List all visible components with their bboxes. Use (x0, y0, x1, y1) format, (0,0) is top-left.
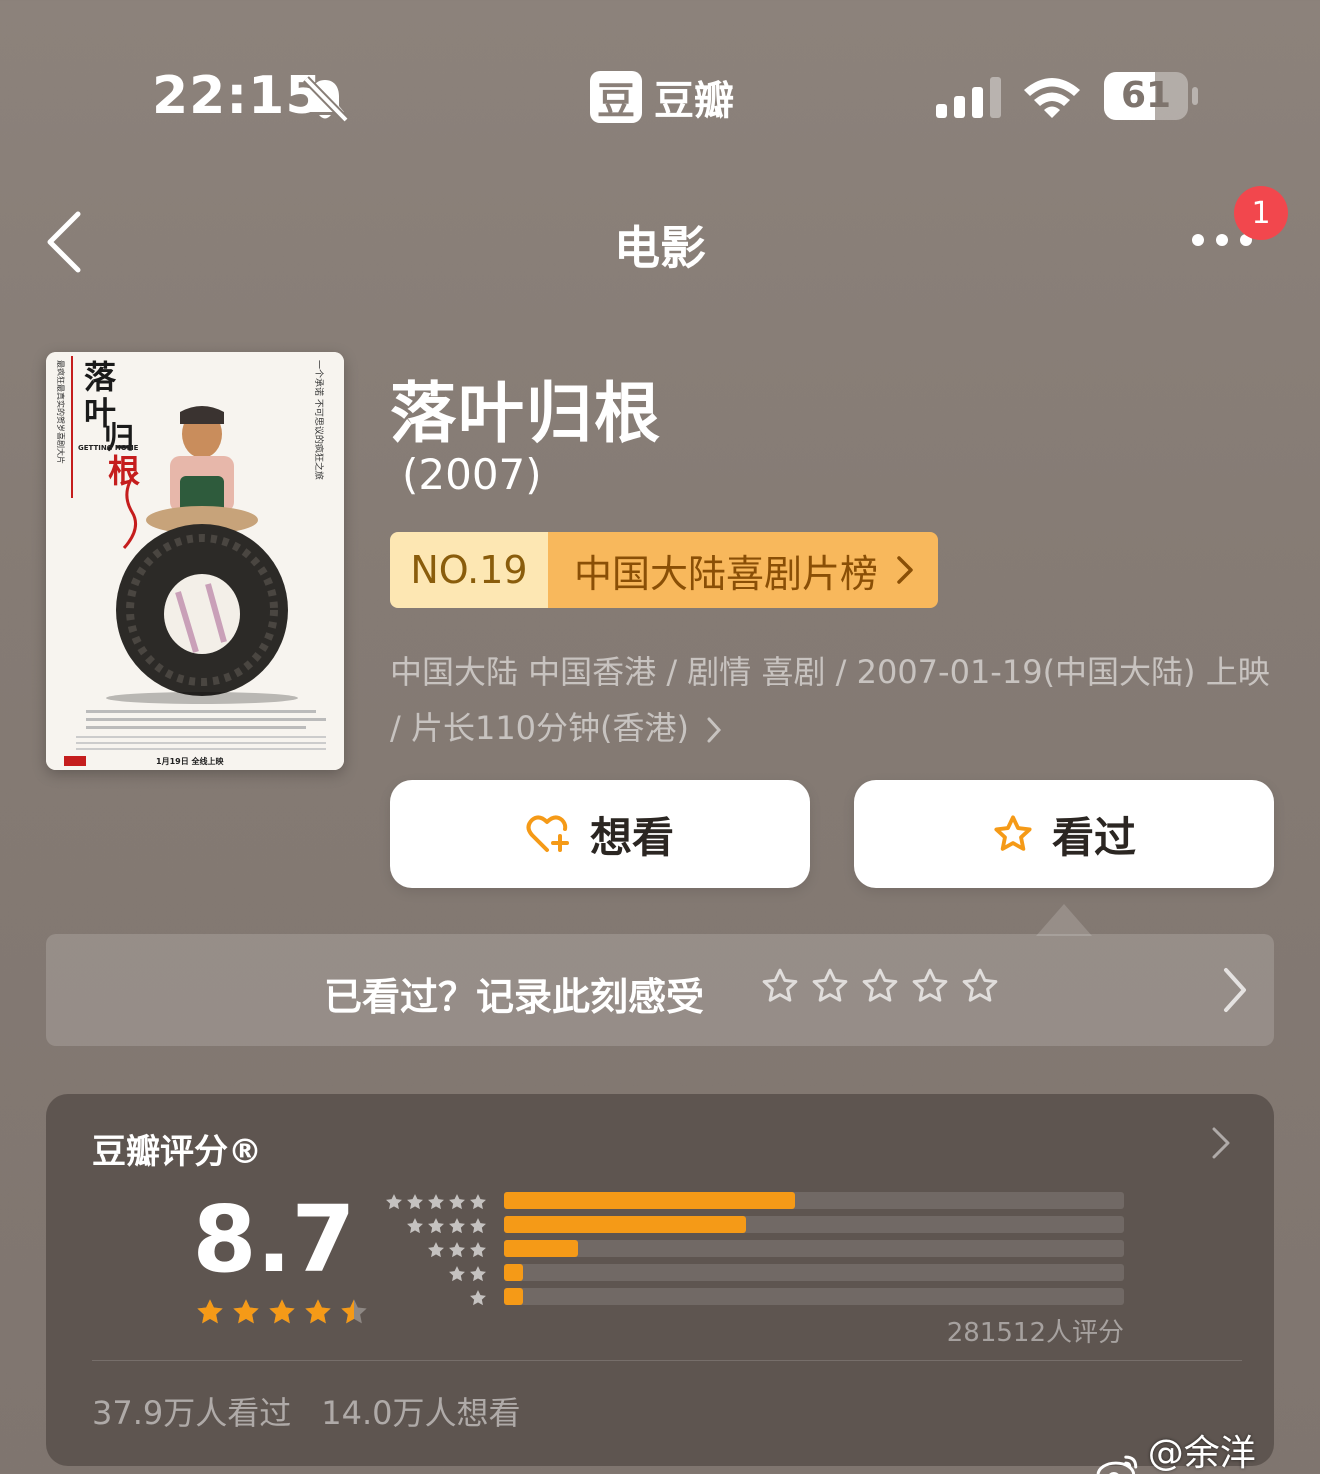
back-button[interactable] (36, 200, 96, 280)
distribution-star-icon (470, 1290, 486, 1306)
distribution-star-icon (449, 1242, 465, 1258)
weibo-icon (1096, 1455, 1138, 1474)
distribution-star-icon (407, 1218, 423, 1234)
app-name: 豆瓣 (654, 78, 734, 124)
distribution-bar-fill (504, 1192, 796, 1209)
watched-label: 看过 (1051, 812, 1136, 862)
battery-icon: 61 (1104, 72, 1198, 120)
douban-logo-icon: 豆 (590, 71, 642, 123)
score-star-icon (197, 1299, 223, 1324)
movie-year: (2007) (402, 450, 542, 499)
notification-badge: 1 (1234, 186, 1288, 240)
distribution-star-row (384, 1262, 488, 1286)
more-dot-icon (1192, 234, 1204, 246)
movie-title: 落叶归根 (390, 375, 662, 452)
want-to-watch-label: 想看 (589, 812, 674, 862)
star-outline-icon[interactable] (910, 966, 950, 1006)
rating-label: 豆瓣评分® (92, 1132, 262, 1172)
distribution-star-icon (407, 1194, 423, 1210)
star-outline-icon[interactable] (960, 966, 1000, 1006)
star-outline-icon (994, 815, 1032, 851)
poster-right-slogan: 一个承诺 不可思议的疯狂之旅 (313, 360, 325, 480)
distribution-star-icon (470, 1242, 486, 1258)
score-star-icon (341, 1299, 367, 1324)
distribution-bar (504, 1192, 1124, 1209)
score-stars (194, 1296, 370, 1328)
watermark: @余洋ddc (1096, 1424, 1320, 1474)
distribution-star-row (384, 1214, 488, 1238)
heart-plus-icon (526, 815, 569, 852)
watermark-text: @余洋ddc (1147, 1433, 1256, 1474)
signal-icon (936, 77, 1001, 118)
rank-number: NO.19 (390, 532, 548, 608)
watched-count: 37.9万人看过 (92, 1394, 292, 1432)
distribution-star-icon (386, 1194, 402, 1210)
distribution-star-icon (449, 1218, 465, 1234)
distribution-star-icon (470, 1194, 486, 1210)
distribution-star-icon (428, 1242, 444, 1258)
distribution-bar (504, 1288, 1124, 1305)
distribution-star-icon (470, 1266, 486, 1282)
wifi-icon (1024, 78, 1080, 118)
battery-level: 61 (1120, 75, 1172, 116)
pointer-arrow (1036, 904, 1092, 936)
page-title: 电影 (614, 221, 706, 275)
movie-poster[interactable]: 落 叶 归 根 GETTING HOME 最疯狂最真实的贺岁喜剧大片 一个承诺 … (46, 352, 344, 770)
svg-text:根: 根 (108, 452, 140, 490)
rating-distribution (504, 1192, 1124, 1312)
distribution-bar (504, 1240, 1124, 1257)
divider (92, 1360, 1242, 1361)
want-to-watch-button[interactable]: 想看 (390, 780, 810, 888)
star-outline-icon[interactable] (810, 966, 850, 1006)
distribution-star-icon (428, 1194, 444, 1210)
distribution-star-icon (470, 1218, 486, 1234)
rank-list-label: 中国大陆喜剧片榜 (574, 551, 879, 596)
status-time: 22:15 (152, 66, 323, 126)
app-badge: 豆 豆瓣 (590, 68, 734, 126)
distribution-star-row (384, 1190, 488, 1214)
star-outline-icon[interactable] (860, 966, 900, 1006)
distribution-bar-fill (504, 1216, 746, 1233)
distribution-star-row (384, 1286, 488, 1310)
distribution-bar-fill (504, 1240, 579, 1257)
record-prompt: 已看过？记录此刻感受 (324, 975, 705, 1019)
bell-off-icon (303, 76, 349, 122)
poster-english-title: GETTING HOME (78, 444, 139, 452)
distribution-star-row (384, 1238, 488, 1262)
svg-text:落: 落 (84, 358, 117, 396)
rating-count: 281512人评分 (946, 1318, 1124, 1348)
distribution-star-labels (384, 1190, 488, 1310)
score-star-icon (233, 1299, 259, 1324)
score-star-icon (269, 1299, 295, 1324)
distribution-bar-fill (504, 1264, 523, 1281)
rank-list-link: 中国大陆喜剧片榜 (548, 532, 938, 608)
poster-tire-icon (116, 524, 288, 696)
more-dot-icon (1216, 234, 1228, 246)
movie-info-text: 中国大陆 中国香港 / 剧情 喜剧 / 2007-01-19(中国大陆) 上映 … (390, 653, 1270, 747)
chevron-right-icon (707, 717, 722, 743)
chevron-right-icon[interactable] (1210, 1126, 1232, 1160)
wanted-count: 14.0万人想看 (321, 1394, 521, 1432)
chevron-right-icon[interactable] (1220, 966, 1250, 1014)
distribution-bar-fill (504, 1288, 523, 1305)
rating-score: 8.7 (192, 1186, 356, 1293)
distribution-bar (504, 1216, 1124, 1233)
distribution-star-icon (449, 1194, 465, 1210)
rank-badge[interactable]: NO.19 中国大陆喜剧片榜 (390, 532, 938, 608)
audience-stats: 37.9万人看过 14.0万人想看 (92, 1388, 521, 1434)
poster-release-line: 1月19日 全线上映 (156, 756, 224, 766)
rate-stars[interactable] (760, 966, 1000, 1006)
chevron-right-icon (897, 556, 913, 584)
watched-button[interactable]: 看过 (854, 780, 1274, 888)
star-outline-icon[interactable] (760, 966, 800, 1006)
distribution-bar (504, 1264, 1124, 1281)
poster-left-slogan: 最疯狂最真实的贺岁喜剧大片 (56, 360, 66, 464)
movie-info[interactable]: 中国大陆 中国香港 / 剧情 喜剧 / 2007-01-19(中国大陆) 上映 … (390, 644, 1270, 756)
distribution-star-icon (428, 1218, 444, 1234)
distribution-star-icon (449, 1266, 465, 1282)
score-star-icon (305, 1299, 331, 1324)
